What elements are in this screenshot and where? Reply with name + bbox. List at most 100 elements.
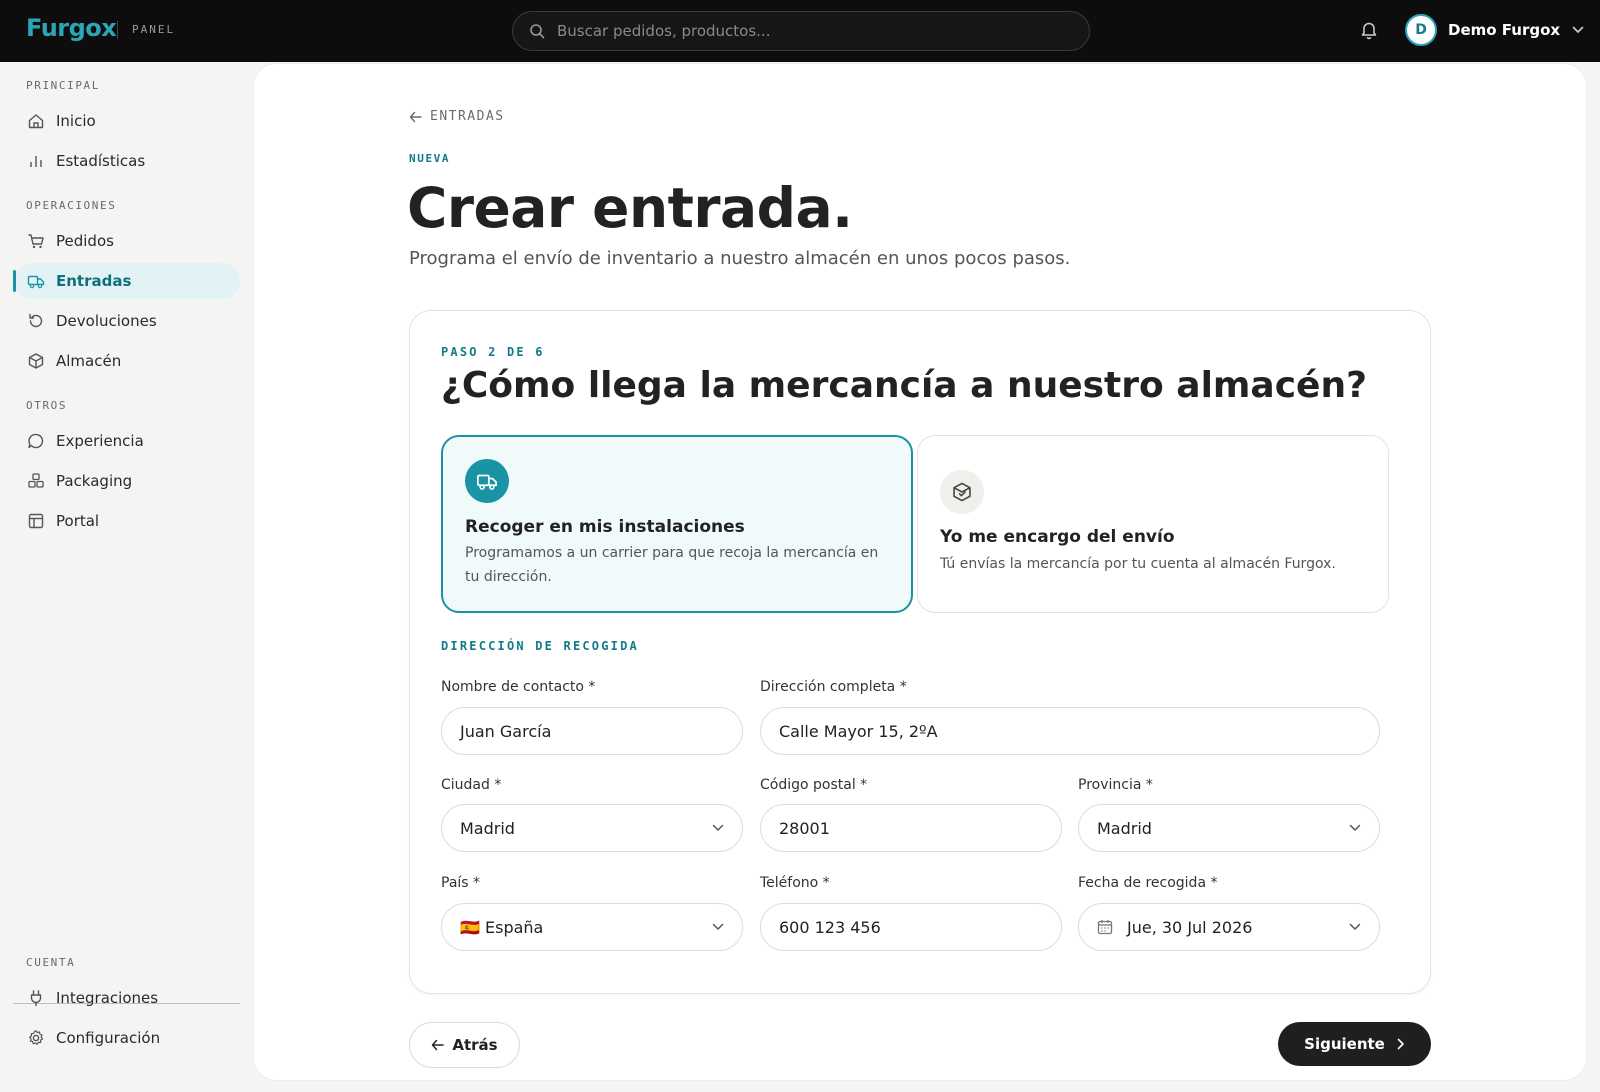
sidebar-item-label: Inicio (56, 112, 96, 130)
back-link-label: ENTRADAS (430, 109, 505, 124)
sidebar-item-pedidos[interactable]: Pedidos (14, 223, 240, 259)
chevron-down-icon (1349, 923, 1361, 930)
city-label: Ciudad * (441, 777, 502, 793)
option-title: Yo me encargo del envío (940, 527, 1175, 547)
sidebar-item-label: Configuración (56, 1029, 161, 1047)
sidebar-item-label: Entradas (56, 272, 132, 290)
pickup-date-select[interactable]: Jue, 30 Jul 2026 (1078, 903, 1380, 951)
option-description: Programamos a un carrier para que recoja… (465, 545, 879, 585)
sidebar-item-portal[interactable]: Portal (14, 503, 240, 539)
sidebar-section-otros: OTROS (26, 399, 68, 412)
panel-label: PANEL (132, 23, 176, 36)
postal-code-label: Código postal * (760, 777, 868, 793)
step-card: PASO 2 DE 6 ¿Cómo llega la mercancía a n… (409, 310, 1431, 994)
top-bar: Furgox PANEL D Demo Furgox (0, 0, 1600, 62)
sidebar-item-label: Pedidos (56, 232, 114, 250)
bar-chart-icon (27, 152, 45, 170)
back-button[interactable]: Atrás (409, 1022, 520, 1068)
full-address-value: Calle Mayor 15, 2ºA (779, 721, 938, 741)
sidebar-item-label: Devoluciones (56, 312, 157, 330)
arrow-left-icon (432, 1039, 445, 1051)
chevron-down-icon (1572, 26, 1584, 33)
chevron-down-icon (1349, 824, 1361, 831)
avatar: D (1405, 14, 1437, 46)
province-select[interactable]: Madrid (1078, 804, 1380, 852)
search-icon (530, 24, 545, 39)
main-content: ENTRADAS NUEVA Crear entrada. Programa e… (254, 64, 1586, 1080)
sidebar-section-cuenta: CUENTA (26, 956, 76, 969)
contact-name-field[interactable]: Juan García (441, 707, 743, 755)
back-button-label: Atrás (452, 1036, 498, 1054)
sidebar-section-principal: PRINCIPAL (26, 79, 101, 92)
return-icon (27, 312, 45, 330)
next-button[interactable]: Siguiente (1278, 1022, 1431, 1066)
chat-icon (27, 432, 45, 450)
sidebar-item-estadisticas[interactable]: Estadísticas (14, 143, 240, 179)
sidebar: PRINCIPAL Inicio Estadísticas OPERACIONE… (0, 62, 254, 1092)
sidebar-item-label: Experiencia (56, 432, 144, 450)
option-description: Tú envías la mercancía por tu cuenta al … (940, 556, 1336, 572)
sidebar-item-integraciones[interactable]: Integraciones (14, 980, 240, 1016)
sidebar-item-experiencia[interactable]: Experiencia (14, 423, 240, 459)
bell-icon (1361, 22, 1377, 40)
packages-icon (27, 472, 45, 490)
box-icon (27, 352, 45, 370)
home-icon (27, 112, 45, 130)
contact-name-label: Nombre de contacto * (441, 679, 596, 695)
phone-field[interactable]: 600 123 456 (760, 903, 1062, 951)
postal-code-field[interactable]: 28001 (760, 804, 1062, 852)
truck-icon (27, 272, 45, 290)
phone-label: Teléfono * (760, 875, 830, 891)
notifications-button[interactable] (1360, 20, 1378, 44)
sidebar-item-label: Almacén (56, 352, 122, 370)
gear-icon (27, 1029, 45, 1047)
province-label: Provincia * (1078, 777, 1153, 793)
city-value: Madrid (460, 818, 515, 838)
province-value: Madrid (1097, 818, 1152, 838)
cart-icon (27, 232, 45, 250)
address-section-label: DIRECCIÓN DE RECOGIDA (441, 639, 639, 653)
user-name: Demo Furgox (1448, 21, 1561, 39)
plug-icon (27, 989, 45, 1007)
brand-logo[interactable]: Furgox (26, 14, 117, 42)
full-address-field[interactable]: Calle Mayor 15, 2ºA (760, 707, 1380, 755)
sidebar-item-label: Estadísticas (56, 152, 146, 170)
country-select[interactable]: 🇪🇸 España (441, 903, 743, 951)
sidebar-item-almacen[interactable]: Almacén (14, 343, 240, 379)
sidebar-item-label: Portal (56, 512, 100, 530)
truck-icon (465, 459, 509, 503)
chevron-down-icon (712, 923, 724, 930)
country-value: 🇪🇸 España (460, 917, 544, 937)
sidebar-item-devoluciones[interactable]: Devoluciones (14, 303, 240, 339)
sidebar-item-entradas[interactable]: Entradas (13, 263, 240, 299)
pickup-date-label: Fecha de recogida * (1078, 875, 1218, 891)
chevron-down-icon (712, 824, 724, 831)
back-to-entradas-link[interactable]: ENTRADAS (409, 109, 505, 124)
full-address-label: Dirección completa * (760, 679, 907, 695)
arrow-left-icon (409, 111, 422, 122)
user-menu[interactable]: D Demo Furgox (1405, 14, 1584, 46)
sidebar-section-operaciones: OPERACIONES (26, 199, 117, 212)
page-title: Crear entrada. (407, 176, 853, 240)
calendar-icon (1097, 920, 1113, 935)
page-subtitle: Programa el envío de inventario a nuestr… (409, 248, 1071, 269)
package-check-icon (940, 470, 984, 514)
contact-name-value: Juan García (460, 721, 552, 741)
option-pickup[interactable]: Recoger en mis instalaciones Programamos… (441, 435, 913, 613)
sidebar-item-label: Packaging (56, 472, 133, 490)
phone-value: 600 123 456 (779, 917, 881, 937)
step-indicator: PASO 2 DE 6 (441, 345, 545, 359)
next-button-label: Siguiente (1304, 1035, 1385, 1053)
chevron-right-icon (1397, 1038, 1404, 1050)
country-label: País * (441, 875, 481, 891)
option-title: Recoger en mis instalaciones (465, 517, 745, 537)
sidebar-item-configuracion[interactable]: Configuración (14, 1020, 240, 1056)
logo-divider (117, 21, 118, 39)
postal-code-value: 28001 (779, 818, 830, 838)
sidebar-item-packaging[interactable]: Packaging (14, 463, 240, 499)
search-bar[interactable] (512, 11, 1090, 51)
option-self-shipping[interactable]: Yo me encargo del envío Tú envías la mer… (917, 435, 1389, 613)
sidebar-item-inicio[interactable]: Inicio (14, 103, 240, 139)
search-input[interactable] (557, 22, 1057, 40)
city-select[interactable]: Madrid (441, 804, 743, 852)
